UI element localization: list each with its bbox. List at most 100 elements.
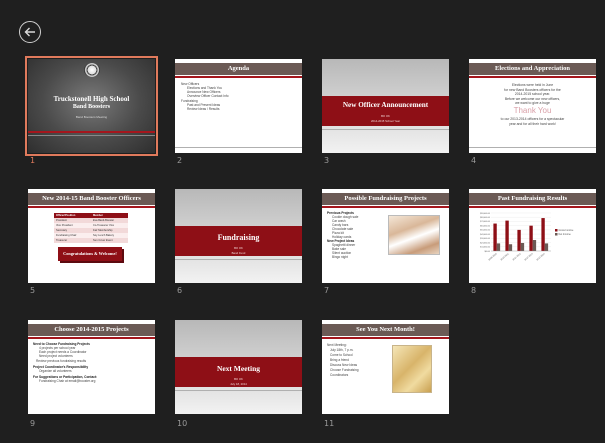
y-tick-label: $8,000.00: [480, 217, 491, 219]
slide-3-title: New Officer Announcement: [342, 101, 429, 109]
bar: [508, 244, 513, 251]
x-tick-label: 2009-2010: [488, 253, 498, 262]
slide-10-divider: [175, 390, 302, 391]
slide-2-footer-line: [175, 147, 302, 148]
slide-1-subtitle: Band Boosters: [72, 104, 111, 110]
slide-thumbnail-8[interactable]: Past Fundraising Results $9,000.00 $8,000…: [469, 189, 596, 283]
slide-number-1: 1: [30, 156, 36, 165]
y-tick-label: $5,000.00: [480, 230, 491, 232]
slide-4-line: we want to give a huge: [515, 101, 550, 105]
slide-6-line2: Band Fund: [231, 251, 246, 255]
slide-thumbnail-4[interactable]: Elections and Appreciation Elections wer…: [469, 59, 596, 153]
slide-1-caption: Band Boosters Meeting: [75, 115, 108, 119]
y-tick-label: $3,000.00: [480, 238, 491, 240]
slide-2-line: Review Ideas / Results: [187, 107, 220, 111]
slide-thumbnail-3[interactable]: New Officer Announcement BO OK 2014-2015…: [322, 59, 449, 153]
slide-4-title: Elections and Appreciation: [469, 63, 596, 75]
slide-11-line: Coordinators: [330, 373, 349, 377]
slide-number-8: 8: [471, 286, 477, 295]
y-tick-label: $1,000.00: [480, 247, 491, 249]
y-tick-label: $0.00: [485, 251, 491, 253]
y-tick-label: $2,000.00: [480, 242, 491, 244]
y-tick-label: $4,000.00: [480, 234, 491, 236]
back-button[interactable]: [19, 21, 41, 43]
slide-11-line: Bring a friend: [330, 358, 349, 362]
slide-thumbnail-9[interactable]: Choose 2014-2015 Projects Need to Choose…: [28, 320, 155, 414]
slide-5-title: New 2014-15 Band Booster Officers: [28, 193, 155, 205]
legend-label: Gross Income: [559, 229, 575, 232]
slide-4-footer-line: [469, 147, 596, 148]
slide-11-line: Discuss New Ideas: [330, 363, 358, 367]
fundraising-chart: $9,000.00 $8,000.00 $7,000.00 $6,000.00 $5,0…: [480, 213, 575, 262]
slide-8-divider: [469, 206, 596, 208]
y-tick-label: $6,000.00: [480, 225, 491, 227]
slide-7-line: Bingo night: [332, 255, 348, 259]
slide-11-line: Come to School: [330, 353, 353, 357]
slide-7-title: Possible Fundraising Projects: [322, 193, 449, 205]
slide-11-divider: [322, 337, 449, 339]
bar: [493, 223, 497, 251]
y-tick-label: $7,000.00: [480, 221, 491, 223]
slide-thumbnail-7[interactable]: Possible Fundraising Projects Previous P…: [322, 189, 449, 283]
slide-thumbnail-11[interactable]: See You Next Month! Next Meeting: July 1…: [322, 320, 449, 414]
slide-3-divider: [322, 129, 449, 130]
bar: [529, 225, 533, 251]
slide-number-6: 6: [177, 286, 183, 295]
slide-5-banner: Congratulations & Welcome!: [58, 247, 122, 261]
slide-9-line: Fundraising Chair at email@booster.org: [39, 379, 96, 383]
slide-6-title: Fundraising: [217, 233, 260, 242]
slide-1-divider-2: [28, 135, 155, 136]
x-tick-label: 2011-2012: [512, 253, 522, 262]
slide-9-line: Review previous fundraising results: [36, 359, 87, 363]
table-cell: Treasurer: [56, 239, 68, 242]
slide-number-7: 7: [324, 286, 330, 295]
slide-2-divider: [175, 76, 302, 78]
legend-swatch: [555, 233, 558, 236]
slide-9-line: Need project volunteers: [39, 354, 73, 358]
slide-11-line: Choose Fundraising: [330, 368, 359, 372]
slide-9-divider: [28, 337, 155, 339]
slide-number-11: 11: [324, 419, 335, 428]
slide-thumbnail-2[interactable]: Agenda New Officers Elections and Thank …: [175, 59, 302, 153]
slide-7-divider: [322, 206, 449, 208]
table-row: Treasurer Sun Cover Event: [54, 238, 128, 243]
slide-10-line2: July 18, 2014: [230, 382, 247, 386]
slide-thumbnail-10[interactable]: Next Meeting BO OK July 18, 2014: [175, 320, 302, 414]
slide-number-4: 4: [471, 156, 477, 165]
slide-thumbnail-5[interactable]: New 2014-15 Band Booster Officers Office…: [28, 189, 155, 283]
slide-number-2: 2: [177, 156, 183, 165]
bar: [517, 229, 521, 251]
slide-5-divider: [28, 206, 155, 208]
slide-3-line1: BO OK: [381, 114, 390, 118]
back-arrow-icon: [24, 27, 35, 37]
slide-6-line1: BO OK: [234, 246, 243, 250]
slide-8-title: Past Fundraising Results: [469, 193, 596, 205]
bakers-photo: [388, 215, 440, 255]
slide-1-title: Truckstonell High School: [53, 95, 130, 103]
slide-4-thanks: Thank You: [513, 106, 552, 115]
x-tick-label: 2012-2013: [524, 253, 534, 262]
officer-table: Officer/Position Member President Eva Band-…: [54, 213, 128, 243]
slide-thumbnail-1[interactable]: Truckstonell High School Band Boosters B…: [25, 56, 158, 156]
slide-thumbnail-6[interactable]: Fundraising BO OK Band Fund: [175, 189, 302, 283]
x-tick-label: 2013-2014: [536, 253, 546, 262]
slide-10-title: Next Meeting: [216, 364, 261, 373]
bar: [505, 220, 509, 251]
bar: [541, 218, 545, 251]
slide-4-divider: [469, 76, 596, 78]
slide-4-line: year and for all their hard work!: [509, 121, 556, 126]
slide-2-line: Overview Officer Contact Info: [187, 94, 229, 98]
bar: [496, 243, 501, 251]
slide-11-line: Next Meeting:: [327, 343, 347, 347]
slide-9-line: Organize all volunteers: [39, 369, 72, 373]
slide-2-title: Agenda: [175, 63, 302, 75]
legend-swatch: [555, 229, 558, 232]
slide-11-line: July 18th, 7 p.m.: [330, 348, 354, 352]
slide-number-3: 3: [324, 156, 330, 165]
slide-11-title: See You Next Month!: [322, 324, 449, 336]
bar: [532, 240, 537, 251]
slide-number-5: 5: [30, 286, 36, 295]
bar: [544, 243, 549, 251]
slide-10-line1: BO OK: [234, 377, 243, 381]
y-tick-label: $9,000.00: [480, 213, 491, 215]
